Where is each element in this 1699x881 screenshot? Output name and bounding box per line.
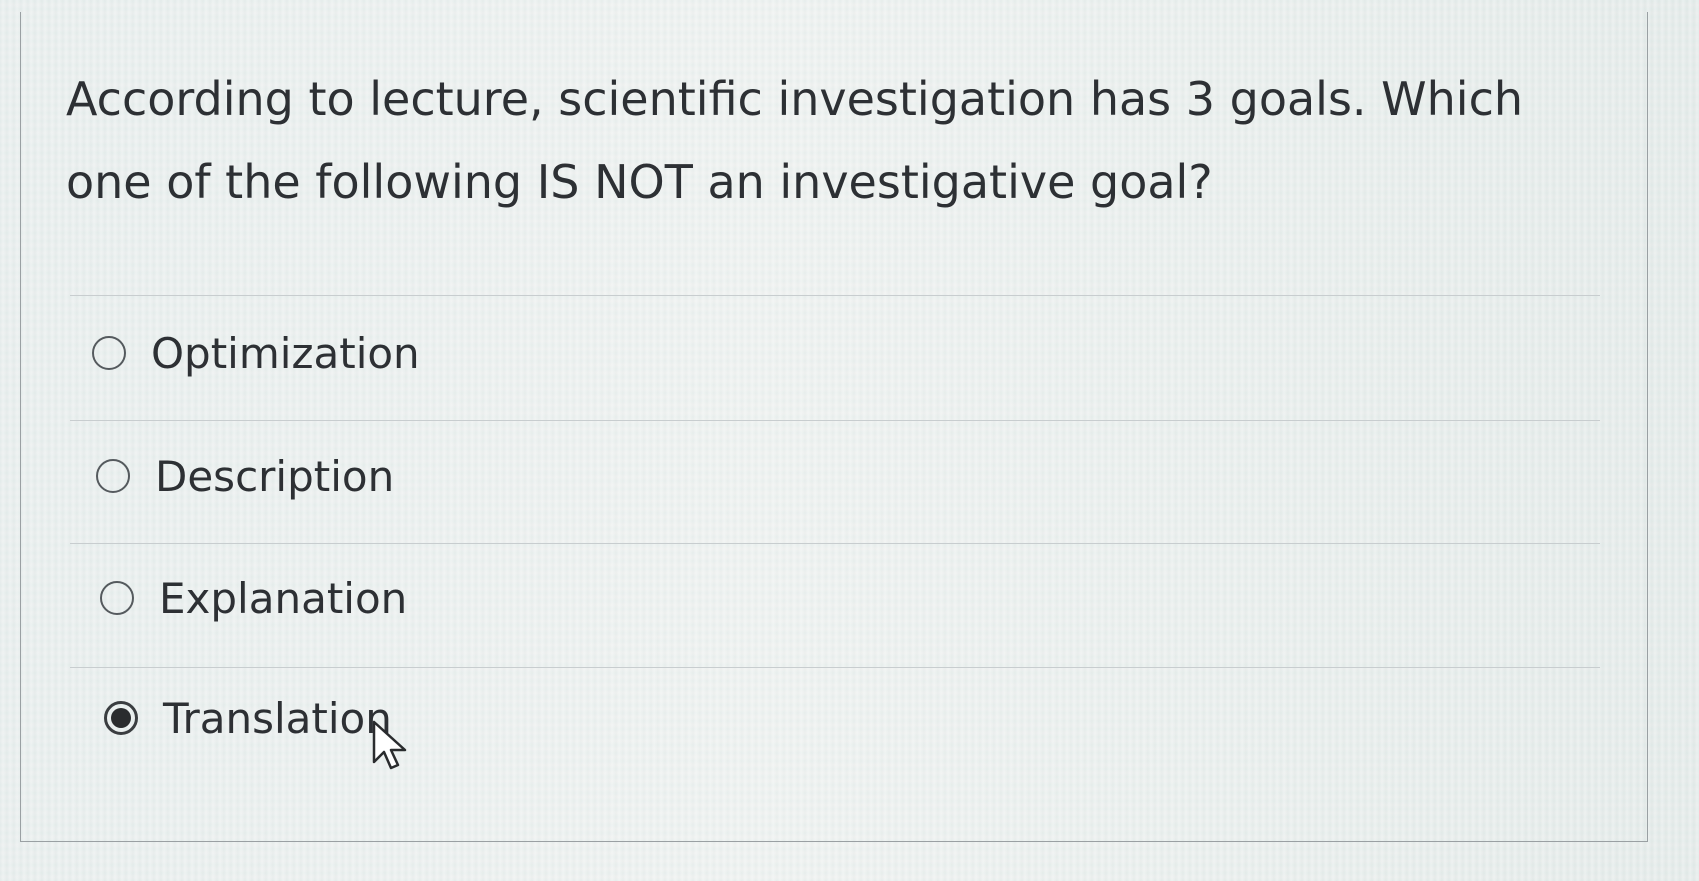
question-text: According to lecture, scientific investi… — [66, 72, 1524, 209]
option-label: Translation — [163, 693, 392, 743]
divider — [70, 667, 1600, 668]
mouse-pointer-icon — [372, 720, 407, 770]
divider — [70, 295, 1600, 296]
radio-button-selected[interactable] — [104, 701, 138, 735]
divider — [70, 420, 1600, 421]
radio-button[interactable] — [100, 581, 134, 615]
divider — [70, 543, 1600, 544]
option-optimization[interactable]: Optimization — [92, 323, 420, 383]
option-description[interactable]: Description — [96, 446, 394, 506]
radio-dot — [111, 708, 131, 728]
option-label: Description — [155, 451, 395, 501]
radio-button[interactable] — [92, 336, 126, 370]
option-translation[interactable]: Translation — [104, 688, 392, 748]
option-label: Explanation — [159, 573, 408, 623]
option-label: Optimization — [151, 328, 420, 378]
radio-button[interactable] — [96, 459, 130, 493]
option-explanation[interactable]: Explanation — [100, 568, 407, 628]
